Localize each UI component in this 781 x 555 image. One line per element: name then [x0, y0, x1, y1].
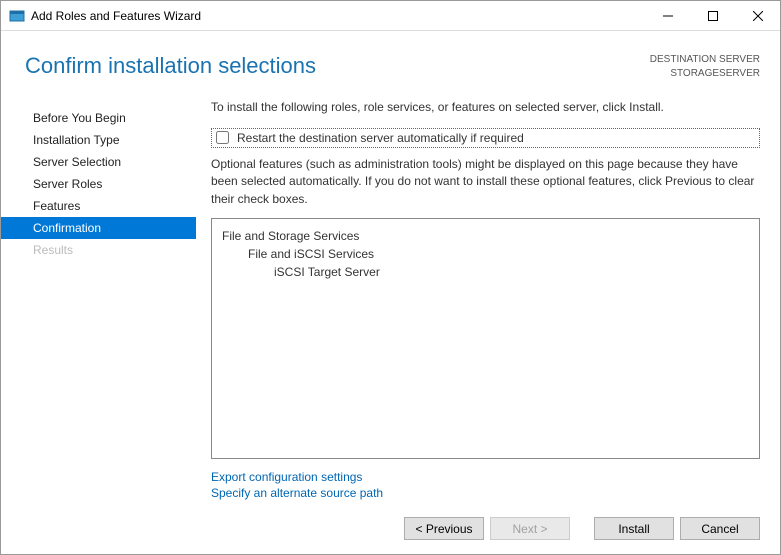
wizard-sidebar: Before You BeginInstallation TypeServer …: [1, 99, 196, 507]
install-button[interactable]: Install: [594, 517, 674, 540]
alternate-source-link[interactable]: Specify an alternate source path: [211, 485, 760, 501]
intro-text: To install the following roles, role ser…: [211, 99, 760, 116]
close-button[interactable]: [735, 1, 780, 30]
list-item: File and iSCSI Services: [222, 245, 749, 263]
header: Confirm installation selections DESTINAT…: [1, 31, 780, 91]
export-config-link[interactable]: Export configuration settings: [211, 469, 760, 485]
destination-value: STORAGESERVER: [650, 67, 760, 81]
sidebar-item-results: Results: [1, 239, 196, 261]
page-title: Confirm installation selections: [25, 53, 650, 79]
next-button: Next >: [490, 517, 570, 540]
restart-checkbox-row[interactable]: Restart the destination server automatic…: [211, 128, 760, 148]
destination-label: DESTINATION SERVER: [650, 53, 760, 67]
minimize-button[interactable]: [645, 1, 690, 30]
restart-checkbox-label: Restart the destination server automatic…: [237, 131, 524, 145]
restart-checkbox[interactable]: [216, 131, 229, 144]
maximize-button[interactable]: [690, 1, 735, 30]
window-buttons: [645, 1, 780, 30]
sidebar-item-confirmation[interactable]: Confirmation: [1, 217, 196, 239]
footer: < Previous Next > Install Cancel: [1, 507, 780, 554]
window-title: Add Roles and Features Wizard: [31, 9, 645, 23]
previous-button[interactable]: < Previous: [404, 517, 484, 540]
sidebar-item-before-you-begin[interactable]: Before You Begin: [1, 107, 196, 129]
app-icon: [9, 8, 25, 24]
sidebar-item-server-roles[interactable]: Server Roles: [1, 173, 196, 195]
sidebar-item-server-selection[interactable]: Server Selection: [1, 151, 196, 173]
destination-info: DESTINATION SERVER STORAGESERVER: [650, 53, 760, 81]
selection-list[interactable]: File and Storage ServicesFile and iSCSI …: [211, 218, 760, 459]
optional-features-note: Optional features (such as administratio…: [211, 156, 760, 208]
sidebar-item-installation-type[interactable]: Installation Type: [1, 129, 196, 151]
main-panel: To install the following roles, role ser…: [196, 99, 780, 507]
cancel-button[interactable]: Cancel: [680, 517, 760, 540]
list-item: iSCSI Target Server: [222, 263, 749, 281]
list-item: File and Storage Services: [222, 227, 749, 245]
sidebar-item-features[interactable]: Features: [1, 195, 196, 217]
links: Export configuration settings Specify an…: [211, 459, 760, 507]
titlebar: Add Roles and Features Wizard: [1, 1, 780, 31]
